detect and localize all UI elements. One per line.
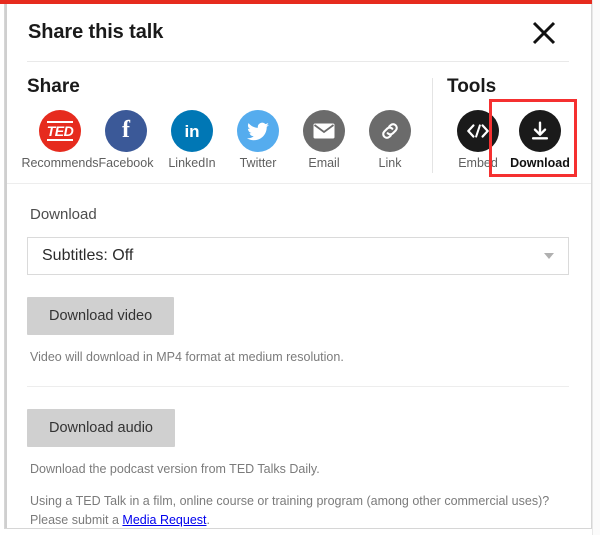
share-item-label: Facebook — [98, 156, 154, 170]
embed-code-icon — [457, 110, 499, 152]
share-item-label: Twitter — [239, 156, 277, 170]
page-root: Share this talk Share TED Recommends f F… — [0, 0, 600, 535]
share-item-email[interactable]: Email — [291, 110, 357, 170]
media-request-text-after: . — [206, 513, 210, 527]
ted-recommends-icon: TED — [39, 110, 81, 152]
facebook-icon: f — [105, 110, 147, 152]
download-video-helper-text: Video will download in MP4 format at med… — [30, 350, 344, 364]
media-request-link[interactable]: Media Request — [122, 513, 206, 527]
share-item-label: Link — [378, 156, 402, 170]
tools-item-label: Embed — [458, 156, 498, 170]
facebook-f-glyph: f — [122, 117, 130, 143]
share-item-twitter[interactable]: Twitter — [225, 110, 291, 170]
tools-section-divider — [5, 183, 591, 184]
close-button[interactable] — [527, 16, 561, 50]
share-and-tools-row: Share TED Recommends f Facebook in Linke… — [5, 62, 591, 173]
tools-icon-row: Embed Download — [447, 110, 591, 170]
tools-column: Tools Embed Download — [429, 76, 591, 170]
download-arrow-glyph — [531, 121, 549, 140]
share-item-link[interactable]: Link — [357, 110, 423, 170]
share-item-facebook[interactable]: f Facebook — [93, 110, 159, 170]
tools-heading: Tools — [447, 76, 497, 97]
download-audio-helper-text: Download the podcast version from TED Ta… — [30, 462, 320, 477]
share-heading: Share — [27, 76, 80, 97]
linkedin-in-glyph: in — [184, 121, 200, 141]
linkedin-icon: in — [171, 110, 213, 152]
subtitles-select-value: Subtitles: Off — [42, 247, 134, 264]
share-this-talk-modal: Share this talk Share TED Recommends f F… — [4, 4, 592, 529]
subtitles-select[interactable]: Subtitles: Off — [27, 237, 569, 275]
video-audio-divider — [27, 386, 569, 388]
chevron-down-icon — [544, 253, 554, 259]
share-item-label: Recommends — [21, 156, 99, 170]
email-icon — [303, 110, 345, 152]
download-audio-button[interactable]: Download audio — [27, 409, 175, 448]
media-request-paragraph: Using a TED Talk in a film, online cours… — [30, 492, 569, 528]
twitter-icon — [237, 110, 279, 152]
tools-item-embed[interactable]: Embed — [447, 110, 509, 170]
tools-item-download[interactable]: Download — [509, 110, 571, 170]
share-icon-row: TED Recommends f Facebook in LinkedIn Tw… — [21, 110, 429, 170]
chain-glyph — [382, 123, 398, 139]
page-title: Share this talk — [28, 21, 164, 43]
share-item-linkedin[interactable]: in LinkedIn — [159, 110, 225, 170]
modal-header: Share this talk — [5, 4, 591, 61]
share-column: Share TED Recommends f Facebook in Linke… — [5, 76, 429, 170]
download-video-button[interactable]: Download video — [27, 297, 175, 335]
media-request-text-before: Using a TED Talk in a film, online cours… — [30, 494, 550, 527]
envelope-glyph — [313, 123, 335, 139]
download-icon — [519, 110, 561, 152]
ted-wordmark: TED — [46, 121, 74, 141]
share-item-label: LinkedIn — [168, 156, 216, 170]
share-item-label: Email — [308, 156, 340, 170]
download-section: Download Subtitles: Off Download video V… — [5, 206, 591, 528]
page-background-right-strip — [592, 0, 600, 535]
twitter-bird-glyph — [247, 122, 269, 140]
close-icon — [532, 21, 556, 44]
link-icon — [369, 110, 411, 152]
download-section-label: Download — [30, 206, 97, 223]
share-item-recommends[interactable]: TED Recommends — [21, 110, 99, 170]
tools-item-label: Download — [510, 156, 570, 170]
code-brackets-glyph — [467, 124, 489, 138]
